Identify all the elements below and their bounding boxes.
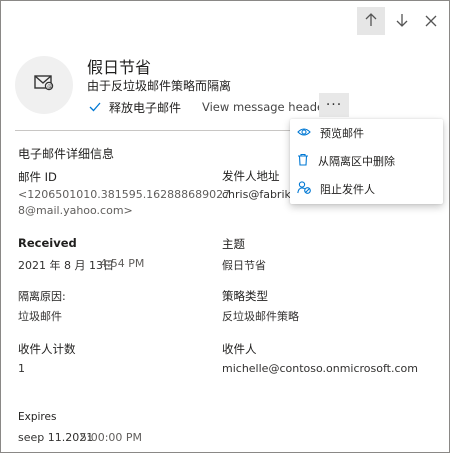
more-actions-menu: 预览邮件 从隔离区中删除 阻止发件人	[290, 119, 443, 204]
quarantine-reason-label: 隔离原因:	[18, 290, 66, 303]
received-label: Received	[18, 236, 77, 250]
release-email-button[interactable]: 释放电子邮件	[89, 99, 181, 116]
view-message-headers-button[interactable]: View message headers	[202, 100, 335, 114]
more-actions-button[interactable]: ···	[319, 93, 349, 117]
previous-item-button[interactable]	[357, 7, 385, 35]
menu-item-block-sender[interactable]: 阻止发件人	[290, 176, 443, 202]
recipient-count-label: 收件人计数	[18, 342, 76, 356]
close-icon	[425, 12, 437, 31]
email-id-value-line2: 8@mail.yahoo.com>	[18, 204, 133, 217]
menu-item-label: 预览邮件	[320, 127, 364, 140]
email-id-label: 邮件 ID	[18, 170, 57, 184]
next-item-button[interactable]	[388, 7, 416, 35]
menu-item-preview-email[interactable]: 预览邮件	[290, 120, 443, 146]
quarantine-reason-value: 垃圾邮件	[18, 310, 62, 323]
email-id-value-line1: <1206501010.381595.162888689027	[18, 188, 231, 201]
subject-label: 主题	[222, 237, 245, 251]
recipient-label: 收件人	[222, 342, 257, 356]
checkmark-icon	[89, 101, 101, 115]
email-subject: 假日节省	[87, 58, 152, 77]
svg-text:@: @	[47, 84, 52, 90]
menu-item-label: 从隔离区中删除	[318, 155, 395, 168]
avatar: @	[15, 56, 73, 114]
menu-item-label: 阻止发件人	[320, 183, 375, 196]
received-time-value: 4:54 PM	[100, 257, 145, 270]
quarantine-reason: 由于反垃圾邮件策略而隔离	[87, 79, 232, 93]
sender-address-label: 发件人地址	[222, 169, 280, 183]
policy-type-value: 反垃圾邮件策略	[222, 310, 299, 323]
policy-type-label: 策略类型	[222, 289, 268, 303]
block-person-icon	[297, 181, 311, 197]
quarantine-details-panel: @ 假日节省 由于反垃圾邮件策略而隔离 释放电子邮件 View message …	[0, 0, 450, 453]
arrow-down-icon	[395, 12, 409, 31]
mail-icon: @	[34, 75, 54, 95]
close-button[interactable]	[417, 7, 445, 35]
release-email-label: 释放电子邮件	[109, 101, 182, 115]
recipient-count-value: 1	[18, 362, 25, 375]
subject-value: 假日节省	[222, 259, 266, 272]
arrow-up-icon	[364, 12, 378, 31]
recipient-value: michelle@contoso.onmicrosoft.com	[222, 362, 418, 375]
expires-time-value: 5:00:00 PM	[80, 431, 143, 444]
expires-label: Expires	[18, 411, 57, 423]
menu-item-delete-from-quarantine[interactable]: 从隔离区中删除	[290, 148, 443, 174]
section-title: 电子邮件详细信息	[18, 147, 115, 161]
trash-icon	[297, 153, 309, 169]
eye-icon	[297, 127, 311, 140]
